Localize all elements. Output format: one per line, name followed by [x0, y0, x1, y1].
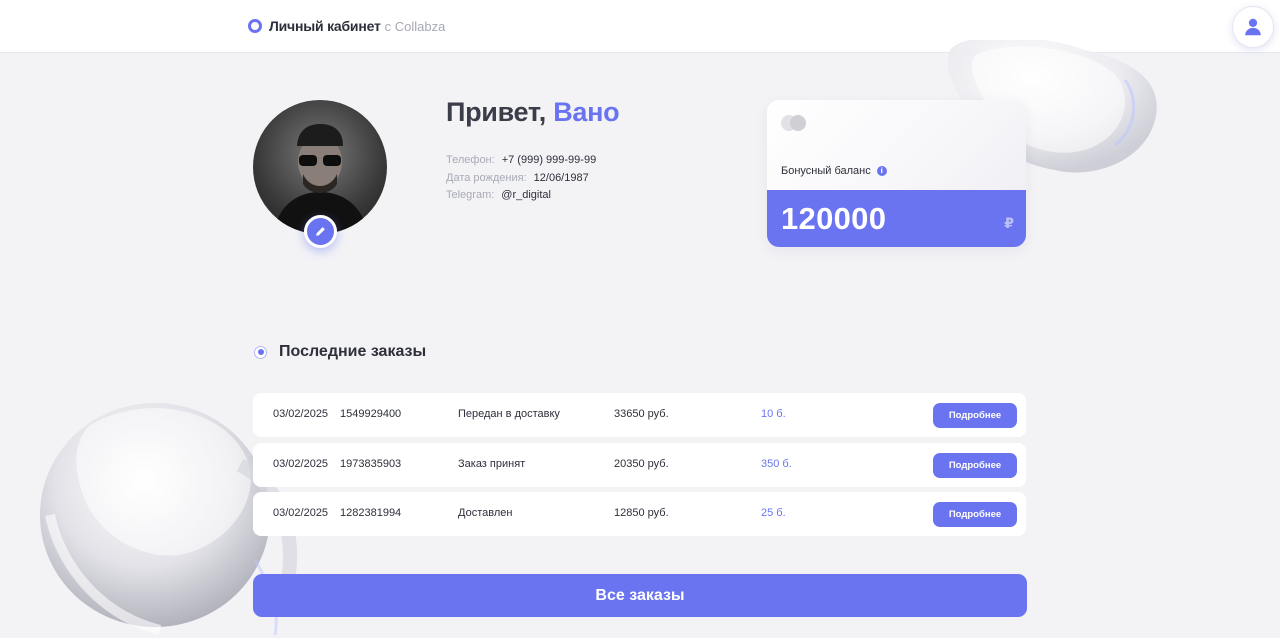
order-bonus: 25 б.: [761, 507, 786, 519]
order-details-button[interactable]: Подробнее: [933, 502, 1017, 527]
telegram-label: Telegram:: [446, 189, 495, 201]
ruble-icon: ₽: [1004, 216, 1014, 232]
order-row: 03/02/2025 1549929400 Передан в доставку…: [253, 393, 1026, 437]
user-name: Вано: [553, 97, 620, 127]
birthdate-value: 12/06/1987: [533, 171, 589, 184]
bonus-label: Бонусный баланс: [781, 165, 871, 177]
ring-logo-icon: [248, 19, 262, 33]
order-sum: 12850 руб.: [614, 507, 669, 519]
profile-info: Телефон: +7 (999) 999-99-99 Дата рождени…: [446, 152, 596, 205]
order-status: Заказ принят: [458, 457, 526, 470]
bonus-label-row: Бонусный баланс i: [781, 165, 887, 177]
order-number: 1549929400: [340, 408, 402, 420]
order-date: 03/02/2025: [273, 457, 329, 470]
profile-avatar: [253, 100, 387, 234]
order-row: 03/02/2025 1973835903 Заказ принят 20350…: [253, 442, 1026, 487]
greeting: Привет, Вано: [446, 97, 620, 128]
order-status: Доставлен: [458, 507, 513, 519]
phone-label: Телефон:: [446, 154, 495, 166]
birthdate-row: Дата рождения: 12/06/1987: [446, 170, 596, 188]
order-date: 03/02/2025: [273, 408, 329, 420]
order-number: 1973835903: [340, 457, 402, 470]
info-icon[interactable]: i: [876, 166, 887, 176]
birthdate-label: Дата рождения:: [446, 171, 527, 184]
bonus-value-bar: 120000 ₽: [767, 190, 1026, 247]
recent-orders-heading: Последние заказы: [254, 343, 426, 361]
radio-dot-icon: [254, 345, 267, 359]
order-number: 1282381994: [340, 507, 402, 519]
greeting-text: Привет,: [446, 97, 546, 127]
order-details-button[interactable]: Подробнее: [933, 403, 1017, 428]
brand-title: Личный кабинет: [269, 18, 381, 34]
pencil-icon: [316, 227, 325, 236]
user-profile-button[interactable]: [1232, 6, 1274, 48]
recent-orders-title: Последние заказы: [279, 343, 427, 360]
card-logo-icon: [781, 115, 807, 131]
bonus-value: 120000: [781, 201, 887, 236]
telegram-row: Telegram: @r_digital: [446, 187, 596, 205]
user-icon: [1245, 18, 1261, 36]
edit-avatar-button[interactable]: [304, 215, 337, 248]
telegram-value: @r_digital: [501, 189, 551, 201]
orders-list: 03/02/2025 1549929400 Передан в доставку…: [253, 393, 1026, 542]
phone-row: Телефон: +7 (999) 999-99-99: [446, 152, 596, 170]
order-sum: 33650 руб.: [614, 408, 669, 420]
order-sum: 20350 руб.: [614, 457, 669, 470]
bonus-card: Бонусный баланс i 120000 ₽: [767, 100, 1026, 247]
all-orders-button[interactable]: Все заказы: [253, 574, 1027, 617]
order-date: 03/02/2025: [273, 507, 329, 519]
order-row: 03/02/2025 1282381994 Доставлен 12850 ру…: [253, 492, 1026, 536]
order-status: Передан в доставку: [458, 408, 560, 420]
brand-subtitle: с Collabza: [384, 18, 446, 34]
avatar-photo: [273, 124, 368, 234]
brand[interactable]: Личный кабинет с Collabza: [248, 18, 445, 34]
order-bonus: 350 б.: [761, 457, 792, 470]
order-details-button[interactable]: Подробнее: [933, 452, 1017, 478]
order-bonus: 10 б.: [761, 408, 786, 420]
phone-value: +7 (999) 999-99-99: [501, 154, 597, 166]
